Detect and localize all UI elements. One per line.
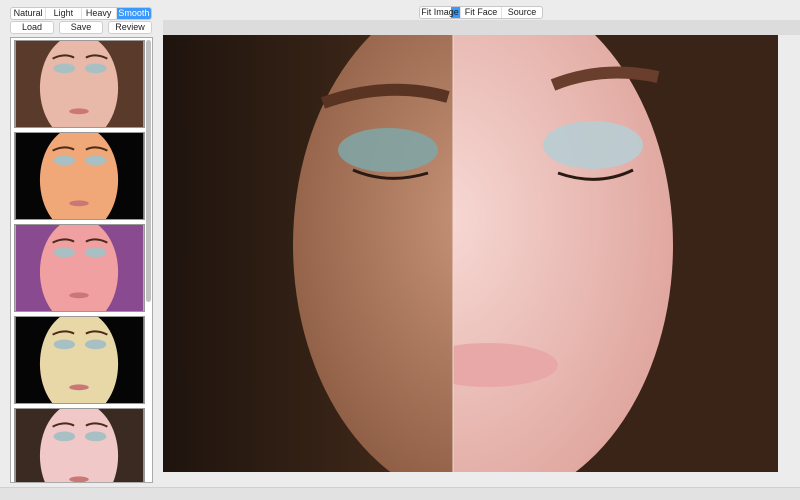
review-button[interactable]: Review — [108, 21, 152, 34]
load-button[interactable]: Load — [10, 21, 54, 34]
preset-natural[interactable]: Natural — [11, 8, 47, 19]
preview-image[interactable] — [163, 35, 778, 472]
view-fit-face[interactable]: Fit Face — [461, 7, 502, 18]
preset-smooth[interactable]: Smooth — [116, 8, 151, 19]
save-button[interactable]: Save — [59, 21, 103, 34]
preset-segmented-control[interactable]: Natural Light Heavy Smooth — [10, 7, 152, 20]
view-fit-image[interactable]: Fit Image — [420, 7, 461, 18]
thumbnail-natural[interactable] — [14, 40, 145, 128]
toolbar-strip — [163, 20, 800, 35]
thumbnail-gold[interactable] — [14, 316, 145, 404]
scrollbar-thumb[interactable] — [146, 40, 151, 302]
preset-heavy[interactable]: Heavy — [82, 8, 117, 19]
status-bar — [0, 487, 800, 500]
thumbnail-list[interactable] — [10, 37, 153, 483]
preset-light[interactable]: Light — [46, 8, 82, 19]
thumbnail-warm-contrast[interactable] — [14, 132, 145, 220]
thumbnail-purple[interactable] — [14, 224, 145, 312]
view-source[interactable]: Source — [502, 7, 542, 18]
thumbnail-soft[interactable] — [14, 408, 145, 482]
view-segmented-control[interactable]: Fit Image Fit Face Source — [419, 6, 543, 19]
